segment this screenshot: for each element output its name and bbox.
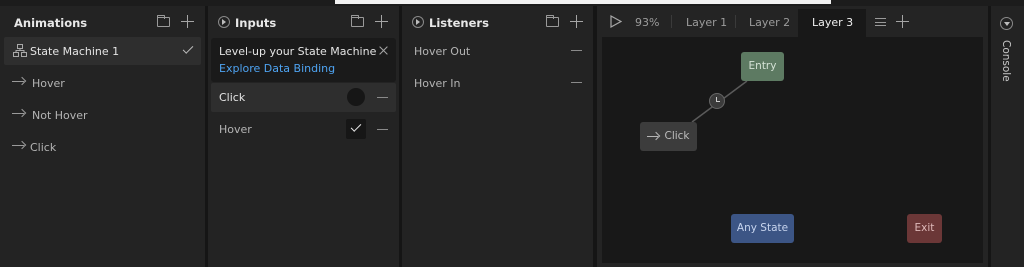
remove-icon[interactable] (571, 50, 582, 51)
menu-icon[interactable] (875, 18, 886, 26)
animations-header: Animations (0, 6, 205, 37)
input-item-label: Click (219, 91, 246, 104)
collapse-toggle-icon[interactable] (218, 16, 230, 28)
state-machine-icon (13, 44, 27, 57)
exit-node[interactable]: Exit (907, 214, 942, 243)
listeners-panel: Listeners Hover Out Hover In (402, 6, 593, 267)
animations-title: Animations (14, 16, 88, 30)
clock-icon[interactable] (709, 93, 725, 109)
animation-item-click[interactable]: Click (4, 133, 201, 161)
explore-data-binding-link[interactable]: Explore Data Binding (219, 62, 335, 75)
animation-item-label: Not Hover (32, 109, 88, 122)
remove-icon[interactable] (571, 82, 582, 83)
listener-item-label: Hover In (414, 77, 461, 90)
promo-text: Level-up your State Machine (219, 45, 377, 58)
collapse-toggle-icon[interactable] (412, 16, 424, 28)
graph-toolbar: 93% Layer 1 Layer 2 Layer 3 (597, 6, 988, 37)
add-layer-icon[interactable] (896, 15, 909, 28)
chevron-down-icon[interactable] (1000, 17, 1013, 30)
listener-item-hover-out[interactable]: Hover Out (406, 37, 589, 65)
add-icon[interactable] (375, 15, 388, 28)
any-state-node[interactable]: Any State (731, 214, 794, 243)
arrow-right-icon (12, 77, 26, 87)
inputs-header: Inputs (208, 6, 399, 37)
check-icon (350, 121, 362, 132)
exit-node-label: Exit (914, 222, 935, 234)
remove-icon[interactable] (377, 97, 388, 98)
tab-layer-1[interactable]: Layer 1 (686, 16, 727, 29)
add-icon[interactable] (181, 15, 194, 28)
divider (735, 15, 736, 28)
arrow-right-icon (12, 109, 26, 119)
any-state-label: Any State (736, 222, 789, 234)
animation-item-hover[interactable]: Hover (4, 69, 201, 97)
click-node-label: Click (664, 130, 690, 142)
boolean-checkbox[interactable] (346, 119, 366, 139)
add-icon[interactable] (570, 15, 583, 28)
listeners-title: Listeners (429, 16, 489, 30)
animation-item-label: Hover (32, 77, 65, 90)
input-item-hover[interactable]: Hover (211, 115, 396, 144)
animation-item-state-machine-1[interactable]: State Machine 1 (4, 37, 201, 65)
data-binding-promo: Level-up your State Machine Explore Data… (211, 38, 396, 82)
state-machine-canvas[interactable]: Entry Click Any State Exit (602, 37, 983, 263)
inputs-title: Inputs (235, 16, 277, 30)
animation-item-label: Click (30, 141, 57, 154)
inputs-panel: Inputs Level-up your State Machine Explo… (208, 6, 399, 267)
arrow-right-icon (12, 141, 26, 151)
click-state-node[interactable]: Click (640, 122, 697, 151)
console-label[interactable]: Console (1000, 40, 1012, 82)
folder-icon[interactable] (351, 15, 364, 27)
tab-layer-3[interactable]: Layer 3 (812, 16, 853, 29)
listeners-header: Listeners (402, 6, 593, 37)
animations-panel: Animations State Machine 1 Hover Not Hov… (0, 6, 205, 267)
input-item-label: Hover (219, 123, 252, 136)
trigger-knob[interactable] (347, 88, 365, 106)
console-panel: Console (991, 6, 1024, 267)
input-item-click[interactable]: Click (211, 83, 396, 112)
zoom-level[interactable]: 93% (635, 16, 659, 29)
check-icon (182, 43, 194, 54)
top-bar-highlight (335, 0, 831, 4)
folder-icon[interactable] (157, 15, 170, 27)
state-graph-panel: 93% Layer 1 Layer 2 Layer 3 Entry Click … (597, 6, 988, 267)
listener-item-hover-in[interactable]: Hover In (406, 69, 589, 97)
entry-node-label: Entry (748, 60, 777, 72)
divider (671, 15, 672, 28)
remove-icon[interactable] (377, 129, 388, 130)
tab-layer-2[interactable]: Layer 2 (749, 16, 790, 29)
entry-node[interactable]: Entry (741, 52, 784, 81)
animation-item-label: State Machine 1 (30, 45, 120, 58)
play-icon[interactable] (610, 15, 622, 28)
animation-item-not-hover[interactable]: Not Hover (4, 101, 201, 129)
arrow-right-icon (647, 132, 660, 141)
listener-item-label: Hover Out (414, 45, 471, 58)
folder-icon[interactable] (546, 15, 559, 27)
close-icon[interactable] (379, 46, 388, 55)
